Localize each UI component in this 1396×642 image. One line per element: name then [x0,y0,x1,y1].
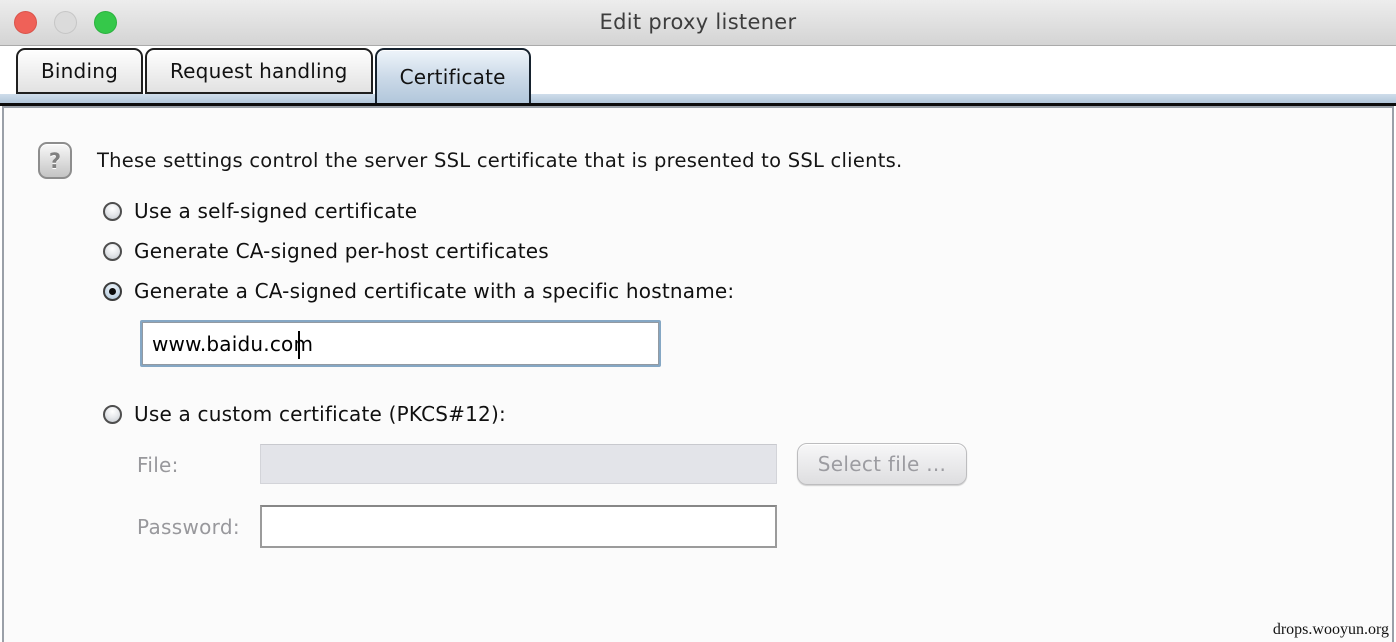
help-text: These settings control the server SSL ce… [97,142,902,179]
password-input[interactable] [260,505,777,548]
minimize-window-button[interactable] [54,11,77,34]
radio-ca-per-host-label: Generate CA-signed per-host certificates [134,239,549,263]
radio-ca-specific-hostname[interactable]: Generate a CA-signed certificate with a … [103,281,734,301]
tab-binding[interactable]: Binding [16,48,143,94]
select-file-button[interactable]: Select file ... [797,443,967,485]
tab-request-handling[interactable]: Request handling [145,48,373,94]
radio-self-signed-label: Use a self-signed certificate [134,199,417,223]
radio-ca-per-host[interactable]: Generate CA-signed per-host certificates [103,241,734,261]
tab-certificate[interactable]: Certificate [375,48,531,103]
certificate-options: Use a self-signed certificate Generate C… [103,201,734,321]
help-icon[interactable]: ? [38,142,72,179]
radio-ca-specific-hostname-label: Generate a CA-signed certificate with a … [134,279,734,303]
file-input [260,444,777,484]
active-tab-strip [0,94,1396,106]
watermark: drops.wooyun.org [1273,621,1389,639]
tab-request-handling-label: Request handling [170,59,348,83]
radio-self-signed[interactable]: Use a self-signed certificate [103,201,734,221]
zoom-window-button[interactable] [94,11,117,34]
file-label: File: [137,453,179,477]
tab-certificate-label: Certificate [400,65,506,89]
titlebar: Edit proxy listener [0,0,1396,46]
tab-binding-label: Binding [41,59,118,83]
radio-ca-per-host-icon[interactable] [103,242,122,261]
password-label: Password: [137,515,240,539]
tab-bar: Binding Request handling Certificate [16,48,531,94]
radio-custom-certificate-label: Use a custom certificate (PKCS#12): [134,402,506,426]
radio-custom-certificate[interactable]: Use a custom certificate (PKCS#12): [103,404,506,424]
radio-ca-specific-hostname-icon[interactable] [103,282,122,301]
window-title: Edit proxy listener [0,0,1396,45]
certificate-tab-panel: ? These settings control the server SSL … [2,106,1394,642]
close-window-button[interactable] [14,11,37,34]
hostname-input[interactable] [142,322,659,365]
radio-self-signed-icon[interactable] [103,202,122,221]
hostname-field-focus-ring [140,320,661,367]
edit-proxy-listener-dialog: Edit proxy listener Binding Request hand… [0,0,1396,642]
radio-custom-certificate-icon[interactable] [103,405,122,424]
